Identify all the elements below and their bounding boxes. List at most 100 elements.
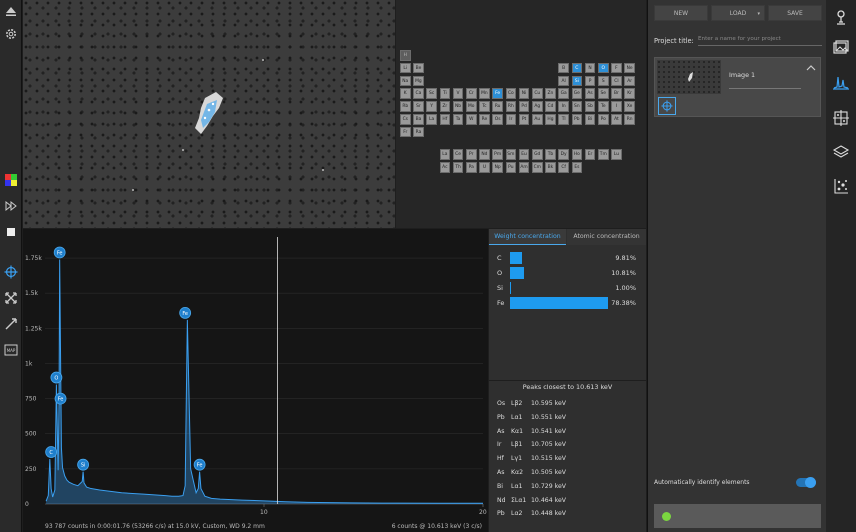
element-co[interactable]: Co [505, 88, 517, 99]
spectrum-icon[interactable] [831, 72, 851, 92]
element-sm[interactable]: Sm [505, 149, 517, 160]
element-kr[interactable]: Kr [624, 88, 635, 99]
element-be[interactable]: Be [413, 62, 424, 74]
element-sc[interactable]: Sc [426, 88, 437, 99]
element-pa[interactable]: Pa [466, 162, 477, 173]
element-pr[interactable]: Pr [466, 149, 477, 160]
chevron-up-icon[interactable] [806, 64, 816, 72]
element-tb[interactable]: Tb [545, 149, 556, 160]
element-te[interactable]: Te [598, 101, 609, 112]
element-er[interactable]: Er [584, 149, 596, 160]
peak-row[interactable]: Nd ΣLα1 10.464 keV [489, 494, 646, 507]
element-h[interactable]: H [400, 50, 411, 61]
element-xe[interactable]: Xe [624, 101, 635, 112]
element-np[interactable]: Np [492, 162, 503, 173]
point-grid-icon[interactable] [831, 108, 851, 128]
element-mg[interactable]: Mg [413, 75, 424, 87]
element-tm[interactable]: Tm [598, 149, 609, 160]
tab-weight-concentration[interactable]: Weight concentration [489, 229, 566, 245]
element-ir[interactable]: Ir [505, 114, 517, 125]
element-la[interactable]: La [426, 114, 437, 125]
element-at[interactable]: At [611, 114, 622, 125]
element-b[interactable]: B [558, 62, 569, 74]
element-y[interactable]: Y [426, 101, 437, 112]
element-tc[interactable]: Tc [479, 101, 490, 112]
element-in[interactable]: In [558, 101, 569, 112]
element-as[interactable]: As [584, 88, 596, 99]
element-pd[interactable]: Pd [518, 101, 530, 112]
element-re[interactable]: Re [479, 114, 490, 125]
new-button[interactable]: NEW [654, 5, 708, 21]
element-fr[interactable]: Fr [400, 126, 411, 138]
spectrum-plot[interactable]: 0 250 500 750 1k 1.25k 1.5k 1.75k 10 20 C O Fe Fe Si Fe… [23, 229, 488, 519]
fast-forward-icon[interactable] [2, 197, 20, 215]
layers-icon[interactable] [831, 142, 851, 162]
image-gallery-icon[interactable] [831, 38, 851, 58]
element-n[interactable]: N [584, 62, 596, 74]
image-card[interactable]: Image 1 [654, 57, 821, 117]
element-tl[interactable]: Tl [558, 114, 569, 125]
element-w[interactable]: W [466, 114, 477, 125]
element-rb[interactable]: Rb [400, 101, 411, 112]
element-cm[interactable]: Cm [532, 162, 543, 173]
element-ti[interactable]: Ti [439, 88, 451, 99]
element-la[interactable]: La [439, 149, 451, 160]
element-br[interactable]: Br [611, 88, 622, 99]
element-ra[interactable]: Ra [413, 126, 424, 138]
tab-atomic-concentration[interactable]: Atomic concentration [567, 229, 646, 245]
image-thumbnail[interactable] [657, 60, 721, 94]
element-ba[interactable]: Ba [413, 114, 424, 125]
eject-icon[interactable] [2, 2, 20, 20]
element-k[interactable]: K [400, 88, 411, 99]
element-cr[interactable]: Cr [466, 88, 477, 99]
sem-image-viewer[interactable] [23, 0, 395, 228]
element-ce[interactable]: Ce [452, 149, 464, 160]
particles-icon[interactable] [831, 176, 851, 196]
element-hf[interactable]: Hf [439, 114, 451, 125]
eds-spectrum-chart[interactable]: 0 250 500 750 1k 1.25k 1.5k 1.75k 10 20 C O Fe Fe Si Fe… [23, 229, 488, 532]
load-button[interactable]: LOAD ▾ [711, 5, 765, 21]
peak-row[interactable]: Hf Lγ1 10.515 keV [489, 452, 646, 465]
element-ga[interactable]: Ga [558, 88, 569, 99]
element-se[interactable]: Se [598, 88, 609, 99]
element-o[interactable]: O [598, 62, 609, 74]
element-rn[interactable]: Rn [624, 114, 635, 125]
gear-icon[interactable] [2, 25, 20, 43]
element-sb[interactable]: Sb [584, 101, 596, 112]
peak-row[interactable]: Pb Lα2 10.448 keV [489, 507, 646, 520]
crosshair-icon[interactable] [2, 263, 20, 281]
element-pu[interactable]: Pu [505, 162, 517, 173]
element-cl[interactable]: Cl [611, 75, 622, 87]
element-ne[interactable]: Ne [624, 62, 635, 74]
element-ge[interactable]: Ge [571, 88, 583, 99]
map-icon[interactable]: MAP [2, 341, 20, 359]
microscope-icon[interactable] [831, 8, 851, 28]
peak-row[interactable]: Bi Lα1 10.729 keV [489, 480, 646, 493]
element-ag[interactable]: Ag [532, 101, 543, 112]
expand-arrows-icon[interactable] [2, 289, 20, 307]
element-ni[interactable]: Ni [518, 88, 530, 99]
peak-row[interactable]: As Kα1 10.541 keV [489, 425, 646, 438]
element-ho[interactable]: Ho [571, 149, 583, 160]
element-rh[interactable]: Rh [505, 101, 517, 112]
element-dy[interactable]: Dy [558, 149, 569, 160]
element-si[interactable]: Si [571, 75, 583, 87]
element-s[interactable]: S [598, 75, 609, 87]
element-i[interactable]: I [611, 101, 622, 112]
element-zn[interactable]: Zn [545, 88, 556, 99]
element-pm[interactable]: Pm [492, 149, 503, 160]
element-bk[interactable]: Bk [545, 162, 556, 173]
element-am[interactable]: Am [518, 162, 530, 173]
element-hg[interactable]: Hg [545, 114, 556, 125]
peak-row[interactable]: Pb Lα1 10.551 keV [489, 411, 646, 424]
element-th[interactable]: Th [452, 162, 464, 173]
element-sr[interactable]: Sr [413, 101, 424, 112]
element-p[interactable]: P [584, 75, 596, 87]
element-fe[interactable]: Fe [492, 88, 503, 99]
element-gd[interactable]: Gd [532, 149, 543, 160]
color-palette-icon[interactable] [2, 171, 20, 189]
element-nd[interactable]: Nd [479, 149, 490, 160]
peak-row[interactable]: Ir Lβ1 10.705 keV [489, 438, 646, 451]
auto-identify-toggle[interactable] [796, 477, 816, 488]
element-pt[interactable]: Pt [518, 114, 530, 125]
